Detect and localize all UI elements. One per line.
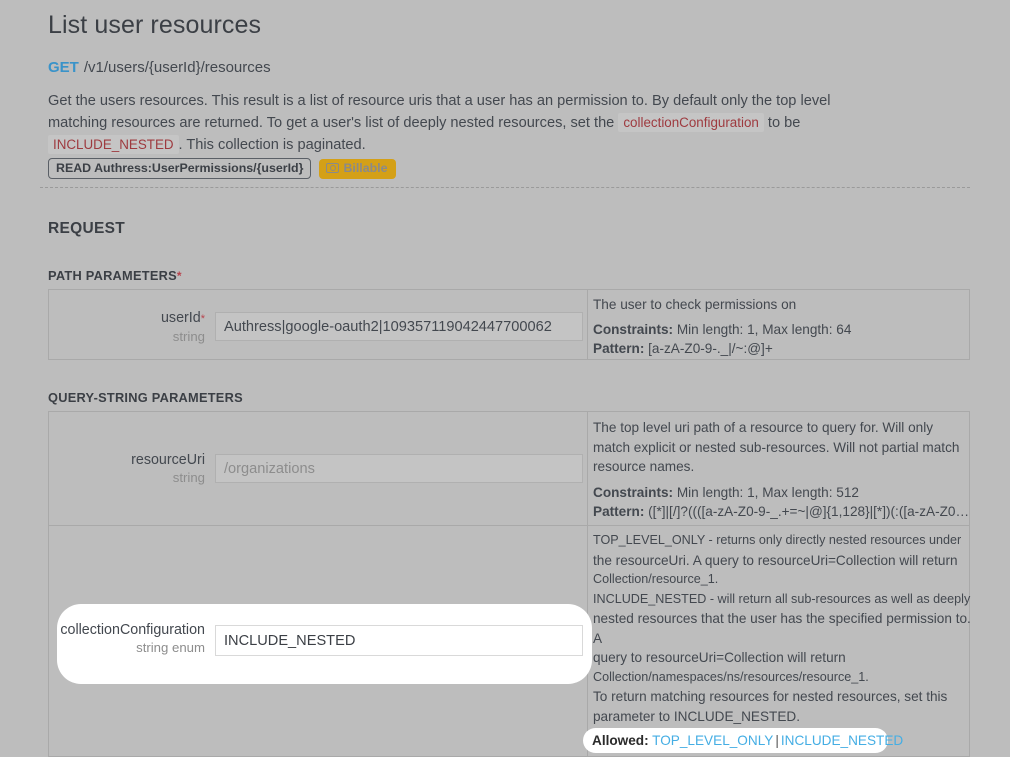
userid-constraints: Constraints: Min length: 1, Max length: … <box>593 321 852 337</box>
param-name-userid: userId* <box>160 310 205 326</box>
allowed-value-top-level-only[interactable]: TOP_LEVEL_ONLY <box>652 733 773 748</box>
userid-required-marker: * <box>200 313 205 325</box>
endpoint-description: Get the users resources. This result is … <box>48 90 884 156</box>
param-type-collectionconfiguration: string enum <box>136 640 205 655</box>
http-method-badge: GET <box>48 59 79 76</box>
param-name-collectionconfiguration: collectionConfiguration <box>60 622 205 638</box>
param-label-userid: userId* string <box>0 310 205 345</box>
cc-desc-line-0: TOP_LEVEL_ONLY - returns only directly n… <box>593 533 962 547</box>
allowed-values-row: Allowed: TOP_LEVEL_ONLY | INCLUDE_NESTED <box>592 732 903 749</box>
userid-input[interactable] <box>215 312 583 341</box>
param-name-resourceuri: resourceUri <box>131 452 205 468</box>
billable-badge: Billable <box>319 158 396 179</box>
section-divider <box>40 187 970 188</box>
param-description-userid: The user to check permissions on Constra… <box>593 295 971 359</box>
param-label-resourceuri: resourceUri string <box>0 452 205 486</box>
param-note-collectionconfiguration: To return matching resources for nested … <box>593 687 975 726</box>
cc-desc-line-5: query to resourceUri=Collection will ret… <box>593 650 846 665</box>
inline-code-include-nested: INCLUDE_NESTED <box>48 135 179 154</box>
inline-code-collection-configuration: collectionConfiguration <box>618 113 764 132</box>
allowed-separator: | <box>775 733 779 748</box>
column-separator <box>587 290 588 359</box>
param-type-resourceuri: string <box>172 470 205 485</box>
billable-badge-label: Billable <box>343 160 388 175</box>
query-parameters-heading: QUERY-STRING PARAMETERS <box>48 390 243 405</box>
allowed-value-include-nested[interactable]: INCLUDE_NESTED <box>781 733 903 748</box>
userid-pattern: Pattern: [a-zA-Z0-9-._|/~:@]+ <box>593 341 773 356</box>
request-section-heading: REQUEST <box>48 220 126 237</box>
cc-note-line-0: To return matching resources for nested … <box>593 689 948 704</box>
param-description-resourceuri: The top level uri path of a resource to … <box>593 418 971 522</box>
param-description-collectionconfiguration: TOP_LEVEL_ONLY - returns only directly n… <box>593 531 975 687</box>
endpoint-line: GET/v1/users/{userId}/resources <box>48 59 271 76</box>
cc-note-line-1: parameter to INCLUDE_NESTED. <box>593 708 800 724</box>
row-separator <box>49 525 969 526</box>
api-docs-page: List user resources GET/v1/users/{userId… <box>0 0 1010 757</box>
resourceuri-input[interactable] <box>215 454 583 483</box>
badge-row: READ Authress:UserPermissions/{userId} B… <box>48 158 396 179</box>
path-parameters-heading: PATH PARAMETERS* <box>48 268 182 283</box>
allowed-label: Allowed: <box>592 733 649 748</box>
required-marker: * <box>176 269 182 283</box>
cc-desc-line-4: nested resources that the user has the s… <box>593 611 971 646</box>
resourceuri-pattern: Pattern: ([*]|[/]?((([a-zA-Z0-9-_.+=~|@]… <box>593 504 971 519</box>
cc-desc-line-6: Collection/namespaces/ns/resources/resou… <box>593 669 869 684</box>
billable-coin-icon <box>326 163 340 173</box>
path-parameters-label: PATH PARAMETERS <box>48 268 177 283</box>
param-label-collectionconfiguration: collectionConfiguration string enum <box>0 622 205 656</box>
cc-desc-line-2: Collection/resource_1. <box>593 572 719 586</box>
collectionconfiguration-input[interactable] <box>215 625 583 656</box>
endpoint-path: /v1/users/{userId}/resources <box>83 59 271 76</box>
column-separator <box>587 412 588 757</box>
resourceuri-constraints: Constraints: Min length: 1, Max length: … <box>593 484 859 500</box>
cc-desc-line-1: the resourceUri. A query to resourceUri=… <box>593 552 958 568</box>
cc-desc-line-3: INCLUDE_NESTED - will return all sub-res… <box>593 591 971 606</box>
description-text-3: . This collection is paginated. <box>178 137 366 153</box>
description-text-2: to be <box>763 115 801 131</box>
permission-badge: READ Authress:UserPermissions/{userId} <box>48 158 312 179</box>
param-type-userid: string <box>172 329 205 344</box>
page-title: List user resources <box>48 11 262 39</box>
userid-description-text: The user to check permissions on <box>593 297 797 312</box>
resourceuri-description-text: The top level uri path of a resource to … <box>593 420 960 474</box>
